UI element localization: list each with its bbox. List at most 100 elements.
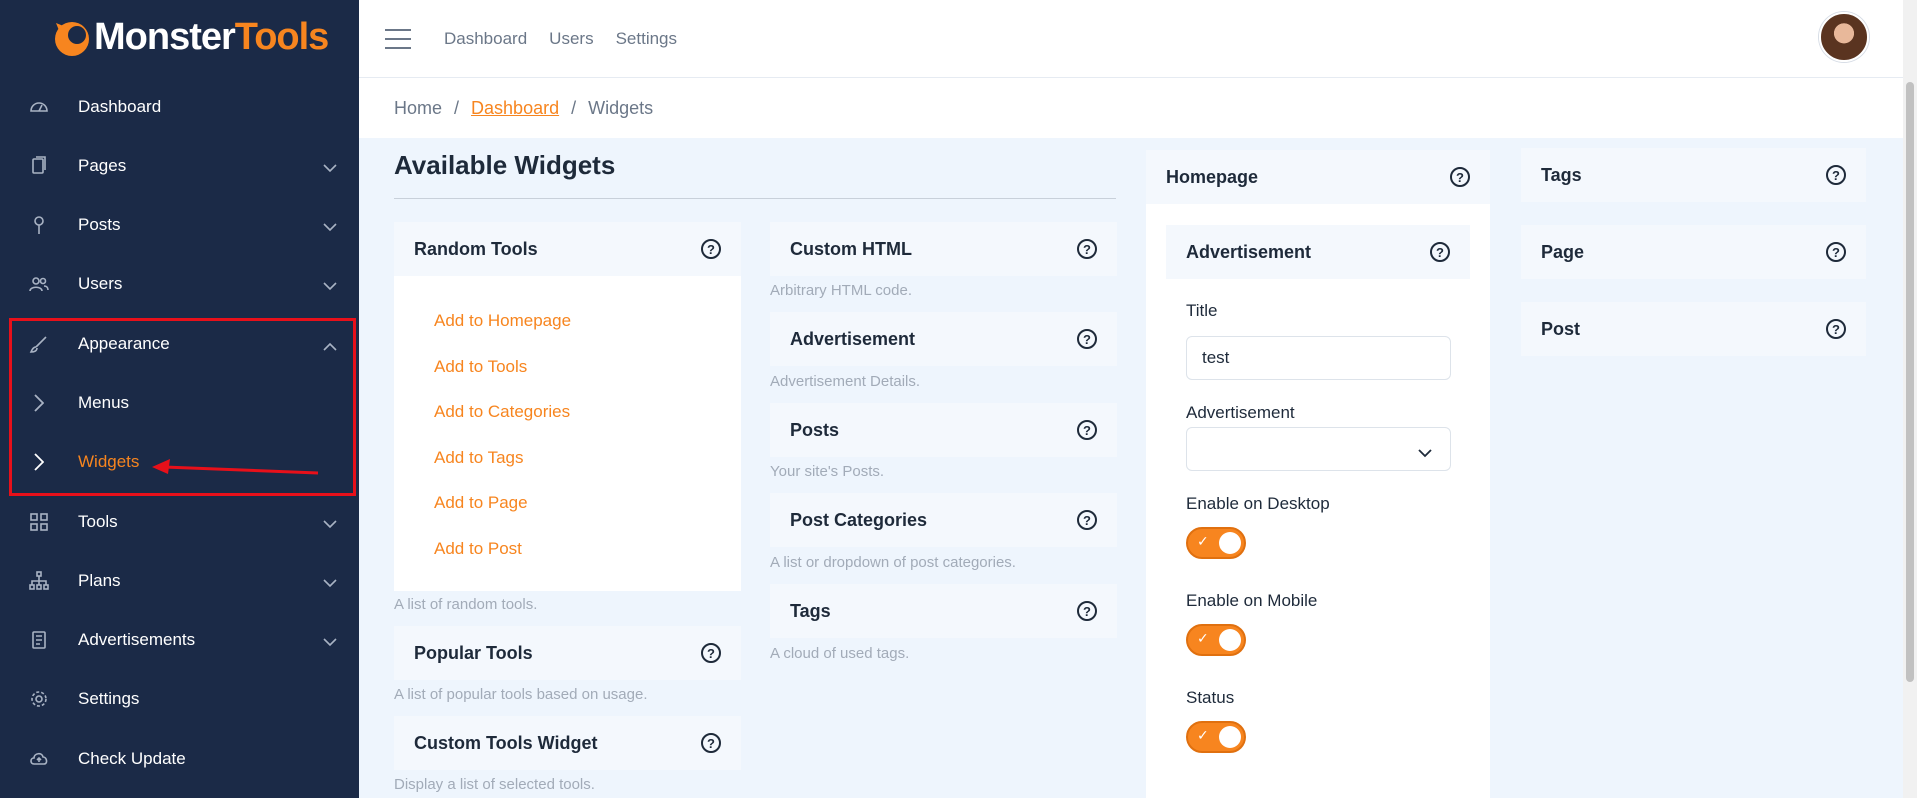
chevron-down-icon	[323, 276, 337, 296]
widget-description: Your site's Posts.	[770, 463, 885, 480]
toggle-knob	[1219, 629, 1241, 651]
breadcrumb: Home / Dashboard / Widgets	[359, 78, 1903, 138]
area-title: Page	[1541, 241, 1585, 262]
widget-post-categories[interactable]: Post Categories ?	[770, 493, 1117, 547]
widget-description: A list of random tools.	[394, 596, 538, 613]
help-icon[interactable]: ?	[701, 239, 721, 259]
widget-description: Display a list of selected tools.	[394, 776, 595, 793]
sidebar-item-label: Pages	[78, 156, 127, 175]
top-link-dashboard[interactable]: Dashboard	[444, 29, 527, 49]
check-icon: ✓	[1197, 727, 1209, 743]
widget-posts[interactable]: Posts ?	[770, 403, 1117, 457]
help-icon[interactable]: ?	[1826, 319, 1846, 339]
annotation-arrow-icon	[152, 459, 319, 475]
top-link-users[interactable]: Users	[549, 29, 593, 49]
breadcrumb-separator: /	[571, 97, 577, 118]
top-bar: Dashboard Users Settings	[359, 0, 1903, 78]
avatar[interactable]	[1819, 12, 1869, 62]
sidebar-item-posts[interactable]: Posts	[0, 196, 359, 254]
widget-advertisement[interactable]: Advertisement ?	[770, 312, 1117, 366]
status-toggle[interactable]: ✓	[1186, 721, 1246, 753]
status-label: Status	[1186, 688, 1235, 707]
chevron-down-icon	[323, 158, 337, 178]
widget-title: Post Categories	[790, 509, 928, 530]
widget-custom-tools[interactable]: Custom Tools Widget ?	[394, 716, 741, 770]
help-icon[interactable]: ?	[1826, 242, 1846, 262]
widget-title: Posts	[790, 419, 840, 440]
sidebar-item-plans[interactable]: Plans	[0, 552, 359, 610]
sidebar-item-label: Plans	[78, 571, 121, 590]
widget-title: Random Tools	[414, 238, 538, 259]
receipt-icon	[28, 629, 50, 651]
area-title: Tags	[1541, 164, 1582, 185]
help-icon[interactable]: ?	[1077, 601, 1097, 621]
widget-title: Advertisement	[1186, 241, 1312, 262]
sidebar-item-label: Settings	[78, 689, 140, 708]
widget-custom-html[interactable]: Custom HTML ?	[770, 222, 1117, 276]
hamburger-menu-icon[interactable]	[385, 28, 411, 49]
add-to-tools-link[interactable]: Add to Tools	[434, 357, 527, 377]
widget-description: Arbitrary HTML code.	[770, 282, 912, 299]
sidebar-item-tools[interactable]: Tools	[0, 493, 359, 551]
gear-icon	[28, 688, 50, 710]
toggle-knob	[1219, 726, 1241, 748]
sidebar: MonsterTools Dashboard Pages Posts Users…	[0, 0, 359, 798]
sidebar-item-label: Tools	[78, 512, 118, 531]
toggle-knob	[1219, 532, 1241, 554]
random-tools-actions: Add to Homepage Add to Tools Add to Cate…	[394, 276, 741, 591]
add-to-homepage-link[interactable]: Add to Homepage	[434, 311, 571, 331]
widget-description: A list of popular tools based on usage.	[394, 686, 648, 703]
enable-mobile-toggle[interactable]: ✓	[1186, 624, 1246, 656]
chevron-down-icon	[323, 514, 337, 534]
brand-logo[interactable]: MonsterTools	[0, 0, 359, 74]
help-icon[interactable]: ?	[701, 643, 721, 663]
homepage-area-header[interactable]: Homepage ?	[1146, 150, 1490, 204]
sidebar-item-check-update[interactable]: Check Update	[0, 730, 359, 788]
sidebar-item-users[interactable]: Users	[0, 255, 359, 313]
advertisement-widget-header[interactable]: Advertisement ?	[1166, 225, 1470, 279]
cloud-upload-icon	[28, 748, 50, 770]
help-icon[interactable]: ?	[1450, 167, 1470, 187]
sidebar-item-label: Dashboard	[78, 97, 162, 116]
help-icon[interactable]: ?	[1430, 242, 1450, 262]
breadcrumb-current: Widgets	[588, 97, 654, 118]
tags-widget-area[interactable]: Tags ?	[1521, 148, 1866, 202]
post-widget-area[interactable]: Post ?	[1521, 302, 1866, 356]
page-scrollbar[interactable]	[1903, 0, 1917, 798]
enable-desktop-toggle[interactable]: ✓	[1186, 527, 1246, 559]
brand-name: MonsterTools	[94, 16, 329, 59]
sidebar-item-advertisements[interactable]: Advertisements	[0, 611, 359, 669]
page-widget-area[interactable]: Page ?	[1521, 225, 1866, 279]
area-title: Homepage	[1166, 166, 1259, 187]
add-to-post-link[interactable]: Add to Post	[434, 539, 522, 559]
help-icon[interactable]: ?	[1826, 165, 1846, 185]
add-to-tags-link[interactable]: Add to Tags	[434, 448, 523, 468]
sidebar-item-dashboard[interactable]: Dashboard	[0, 78, 359, 136]
widget-title: Popular Tools	[414, 642, 533, 663]
help-icon[interactable]: ?	[1077, 420, 1097, 440]
scrollbar-thumb[interactable]	[1906, 82, 1914, 682]
top-link-settings[interactable]: Settings	[616, 29, 677, 49]
sidebar-item-label: Users	[78, 274, 123, 293]
sidebar-item-settings[interactable]: Settings	[0, 670, 359, 728]
breadcrumb-home[interactable]: Home	[394, 98, 442, 119]
breadcrumb-dashboard-link[interactable]: Dashboard	[471, 98, 559, 119]
advertisement-select[interactable]	[1186, 427, 1451, 471]
dashboard-gauge-icon	[28, 96, 50, 118]
help-icon[interactable]: ?	[1077, 510, 1097, 530]
widget-tags[interactable]: Tags ?	[770, 584, 1117, 638]
widget-title: Custom Tools Widget	[414, 732, 598, 753]
title-input[interactable]	[1186, 336, 1451, 380]
chevron-down-icon	[1418, 445, 1432, 463]
help-icon[interactable]: ?	[1077, 329, 1097, 349]
add-to-categories-link[interactable]: Add to Categories	[434, 402, 570, 422]
widget-popular-tools[interactable]: Popular Tools ?	[394, 626, 741, 680]
widget-description: Advertisement Details.	[770, 373, 921, 390]
widget-random-tools[interactable]: Random Tools ?	[394, 222, 741, 276]
help-icon[interactable]: ?	[1077, 239, 1097, 259]
sidebar-item-pages[interactable]: Pages	[0, 137, 359, 195]
help-icon[interactable]: ?	[701, 733, 721, 753]
widget-title: Tags	[790, 600, 831, 621]
add-to-page-link[interactable]: Add to Page	[434, 493, 528, 513]
pin-icon	[28, 214, 50, 236]
